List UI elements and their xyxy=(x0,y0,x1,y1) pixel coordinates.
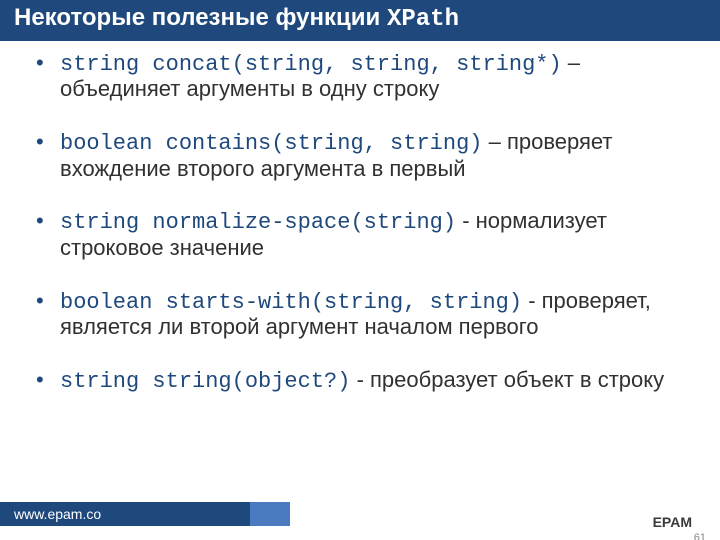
separator: - xyxy=(522,288,542,313)
function-signature: string string(object?) xyxy=(60,369,350,394)
title-mono: XPath xyxy=(387,6,459,33)
function-signature: string normalize-space(string) xyxy=(60,210,456,235)
title-prefix: Некоторые полезные функции xyxy=(14,4,387,31)
list-item: boolean contains(string, string) – прове… xyxy=(36,130,694,181)
function-desc: объединяет аргументы в одну строку xyxy=(60,76,439,101)
slide-title: Некоторые полезные функции XPath xyxy=(0,0,720,41)
slide-content: string concat(string, string, string*) –… xyxy=(0,41,720,395)
function-signature: string concat(string, string, string*) xyxy=(60,52,562,77)
list-item: string concat(string, string, string*) –… xyxy=(36,51,694,102)
footer-accent xyxy=(250,502,290,526)
footer-url: www.epam.co xyxy=(0,502,250,526)
list-item: string string(object?) - преобразует объ… xyxy=(36,368,694,395)
slide: Некоторые полезные функции XPath string … xyxy=(0,0,720,540)
function-desc: преобразует объект в строку xyxy=(370,367,664,392)
list-item: string normalize-space(string) - нормали… xyxy=(36,209,694,260)
footer-brand: EPAM xyxy=(653,515,692,530)
separator: - xyxy=(350,367,370,392)
page-number: 61 xyxy=(694,532,706,540)
function-signature: boolean starts-with(string, string) xyxy=(60,290,522,315)
separator: – xyxy=(562,50,580,75)
bullet-list: string concat(string, string, string*) –… xyxy=(36,51,694,395)
footer-brand-top: EPAM xyxy=(653,514,692,530)
function-signature: boolean contains(string, string) xyxy=(60,131,482,156)
separator: - xyxy=(456,208,476,233)
separator: – xyxy=(482,129,506,154)
list-item: boolean starts-with(string, string) - пр… xyxy=(36,289,694,340)
footer: www.epam.co EPAM xyxy=(0,502,720,526)
